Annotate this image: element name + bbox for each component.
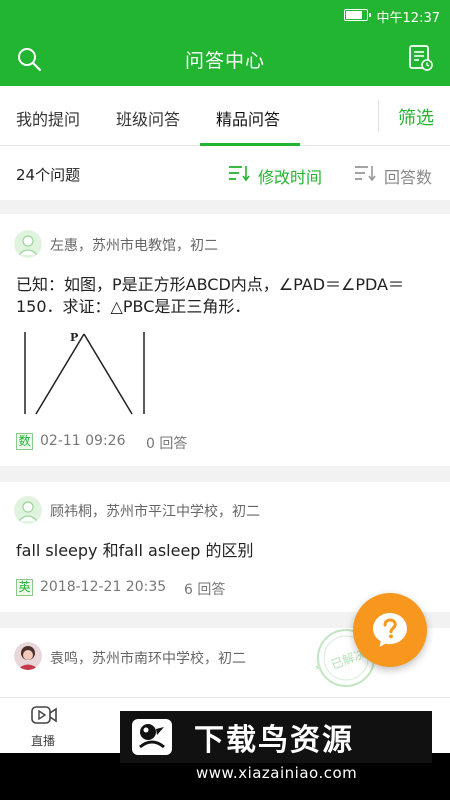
battery-level	[346, 11, 362, 19]
tab-featured-qa[interactable]: 精品问答	[216, 106, 280, 130]
svg-text:★: ★	[314, 663, 322, 673]
sort-by-time-label: 修改时间	[258, 168, 323, 187]
question-text: fall sleepy 和fall asleep 的区别	[16, 541, 254, 560]
subject-badge: 英	[16, 579, 33, 596]
ask-question-button[interactable]	[353, 593, 427, 667]
author-meta: 顾祎桐，苏州市平江中学校，初二	[50, 504, 260, 520]
question-text: 已知：如图，P是正方形ABCD内点，∠PAD＝∠PDA＝150．求证：△PBC是…	[16, 275, 404, 316]
question-card[interactable]: 左惠，苏州市电教馆，初二 已知：如图，P是正方形ABCD内点，∠PAD＝∠PDA…	[0, 214, 450, 466]
watermark-title: 下载鸟资源	[194, 723, 354, 758]
watermark-url: www.xiazainiao.com	[196, 764, 358, 782]
figure-label: P	[70, 331, 78, 344]
watermark-bird-logo-icon	[132, 719, 172, 755]
default-avatar-icon	[14, 496, 42, 524]
nav-live-label[interactable]: 直播	[31, 732, 55, 749]
app-header: 问答中心	[0, 30, 450, 86]
watermark-banner: 下载鸟资源	[120, 711, 432, 763]
notes-clock-icon[interactable]	[408, 44, 434, 72]
question-date: 02-11 09:26	[40, 433, 126, 449]
live-video-icon[interactable]	[30, 704, 58, 728]
author-meta: 袁鸣，苏州市南环中学校，初二	[50, 651, 246, 667]
filter-button[interactable]: 筛选	[398, 104, 434, 130]
status-time: 中午12:37	[376, 11, 440, 26]
question-count: 24个问题	[16, 166, 81, 184]
answer-count: 6 回答	[184, 582, 226, 598]
sort-bar: 24个问题 修改时间 回答数	[0, 146, 450, 200]
author-meta: 左惠，苏州市电教馆，初二	[50, 238, 218, 254]
subject-badge: 数	[16, 433, 33, 450]
tab-divider	[378, 100, 379, 132]
status-bar: 中午12:37	[0, 0, 450, 30]
sort-by-answers-label: 回答数	[384, 168, 433, 187]
tab-class-qa[interactable]: 班级问答	[116, 106, 180, 130]
answer-count: 0 回答	[146, 436, 188, 452]
user-avatar	[14, 642, 42, 670]
page-title: 问答中心	[184, 50, 265, 72]
tab-bar: 我的提问 班级问答 精品问答 筛选	[0, 86, 450, 146]
sort-icon	[355, 166, 376, 182]
battery-icon	[344, 9, 371, 21]
geometry-figure: P	[24, 331, 145, 415]
sort-icon	[229, 166, 250, 182]
question-card[interactable]: 顾祎桐，苏州市平江中学校，初二 fall sleepy 和fall asleep…	[0, 482, 450, 612]
question-mark-icon	[373, 613, 407, 647]
default-avatar-icon	[14, 230, 42, 258]
tab-my-questions[interactable]: 我的提问	[16, 106, 80, 130]
question-date: 2018-12-21 20:35	[40, 579, 167, 595]
